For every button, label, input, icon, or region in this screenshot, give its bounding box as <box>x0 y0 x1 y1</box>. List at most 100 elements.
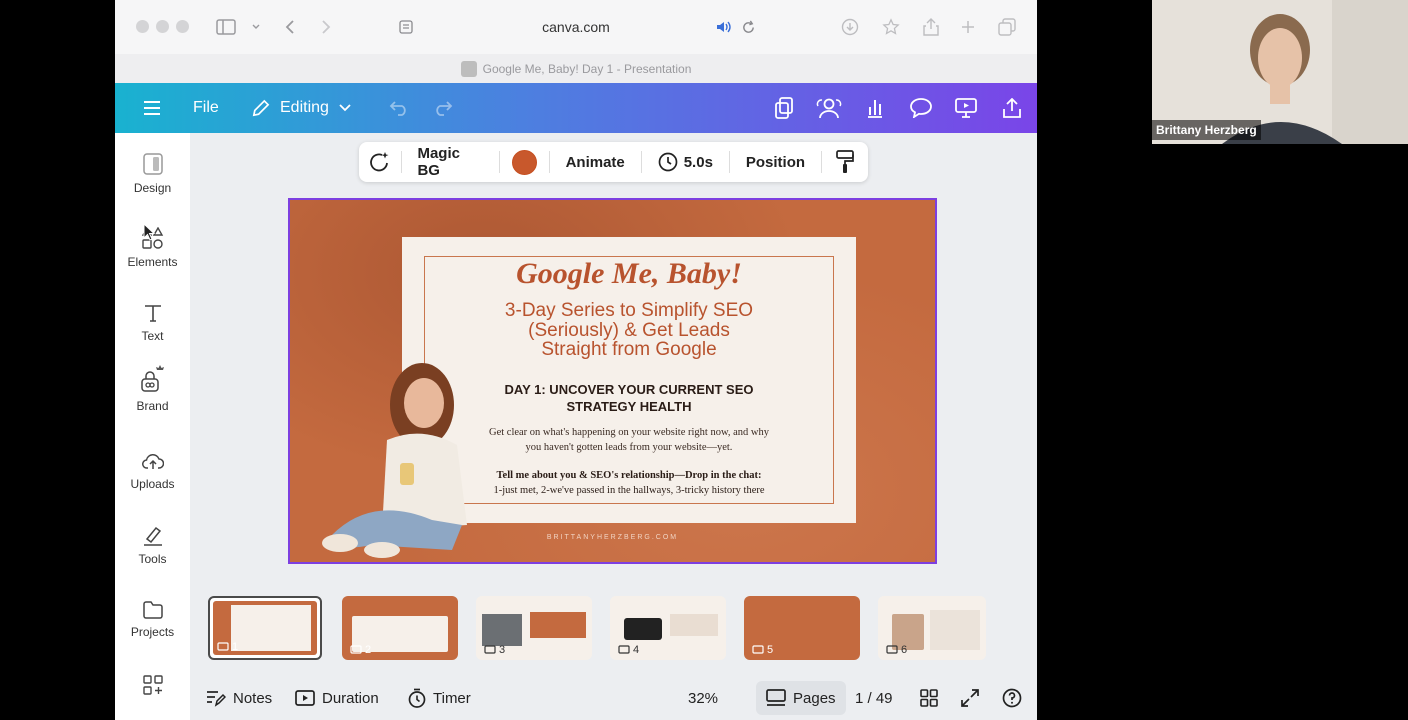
comment-badge-icon <box>618 645 630 654</box>
undo-button[interactable] <box>389 83 409 133</box>
main-menu-button[interactable] <box>143 83 161 133</box>
sidebar-item-label: Text <box>141 329 164 343</box>
export-button[interactable] <box>1002 83 1022 133</box>
notes-button[interactable]: Notes <box>206 676 272 720</box>
color-picker-button[interactable] <box>500 149 549 175</box>
timer-button[interactable]: Timer <box>408 676 471 720</box>
close-window-button[interactable] <box>136 20 149 33</box>
sidebar-item-brand[interactable]: Brand <box>115 363 190 423</box>
color-swatch <box>511 149 537 175</box>
browser-window: canva.com Google Me, Baby! Day 1 - Prese… <box>115 0 1037 720</box>
star-icon[interactable] <box>880 16 902 38</box>
sidebar-item-tools[interactable]: Tools <box>115 526 190 586</box>
present-icon <box>955 98 977 118</box>
comment-badge-icon <box>752 645 764 654</box>
notes-icon <box>207 691 226 707</box>
insights-button[interactable] <box>865 83 885 133</box>
address-bar[interactable]: canva.com <box>395 14 757 40</box>
back-icon[interactable] <box>279 16 301 38</box>
redo-button[interactable] <box>433 83 453 133</box>
file-menu-button[interactable]: File <box>193 83 219 133</box>
page-thumbnail[interactable]: 2 <box>342 596 458 660</box>
speaker-icon[interactable] <box>713 16 735 38</box>
download-icon[interactable] <box>839 16 861 38</box>
copy-style-button[interactable] <box>822 150 868 174</box>
comment-badge-icon <box>484 645 496 654</box>
stopwatch-icon <box>408 688 426 708</box>
minimize-window-button[interactable] <box>156 20 169 33</box>
page-thumbnail[interactable]: 1 <box>208 596 322 660</box>
thumbnail-number: 6 <box>886 644 907 656</box>
animate-button[interactable]: Animate <box>550 154 641 171</box>
zoom-level[interactable]: 32% <box>688 676 718 720</box>
cloud-upload-icon <box>141 453 164 469</box>
slide-photo-person[interactable] <box>312 345 482 564</box>
magic-refresh-icon <box>369 152 389 172</box>
comment-badge-icon <box>350 645 362 654</box>
chevron-down-icon[interactable] <box>245 16 267 38</box>
magic-bg-button[interactable]: Magic BG <box>401 145 498 179</box>
page-thumbnail[interactable]: 4 <box>610 596 726 660</box>
page-thumbnail[interactable]: 3 <box>476 596 592 660</box>
forward-icon[interactable] <box>315 16 337 38</box>
subtitle-line: 3-Day Series to Simplify SEO <box>504 300 754 321</box>
fullscreen-button[interactable] <box>961 676 979 720</box>
help-button[interactable] <box>1002 676 1022 720</box>
participant-name: Brittany Herzberg <box>1152 120 1261 140</box>
mouse-cursor-icon <box>143 223 155 241</box>
page-counter[interactable]: 1 / 49 <box>855 676 893 720</box>
pages-icon <box>766 689 786 706</box>
tab-title-row[interactable]: Google Me, Baby! Day 1 - Presentation <box>115 54 1037 83</box>
zoom-window-button[interactable] <box>176 20 189 33</box>
magic-edit-button[interactable] <box>359 151 401 173</box>
thumbnail-number: 5 <box>752 644 773 656</box>
page-thumbnail[interactable]: 5 <box>744 596 860 660</box>
thumbnail-number: 4 <box>618 644 639 656</box>
draw-icon <box>143 526 162 546</box>
pages-label: Pages <box>793 689 836 707</box>
tab-overview-icon[interactable] <box>996 16 1018 38</box>
duration-button[interactable]: Duration <box>295 676 379 720</box>
timing-button[interactable]: 5.0s <box>642 152 729 172</box>
bottom-bar: Notes Duration Timer 32% Pages 1 / 49 <box>190 676 1037 720</box>
sidebar-item-design[interactable]: Design <box>115 153 190 213</box>
comments-button[interactable] <box>910 83 932 133</box>
resize-button[interactable] <box>774 83 794 133</box>
timer-label: Timer <box>433 689 471 707</box>
slide-card-border <box>424 256 834 504</box>
pages-button[interactable]: Pages <box>756 681 846 715</box>
people-icon <box>816 98 842 119</box>
sidebar-toggle-icon[interactable] <box>215 16 237 38</box>
position-button[interactable]: Position <box>730 154 821 171</box>
editing-mode-button[interactable]: Editing <box>251 83 351 133</box>
thumbnail-number: 1 <box>217 641 238 653</box>
slide-canvas[interactable]: Google Me, Baby! 3-Day Series to Simplif… <box>288 198 937 564</box>
sidebar-item-text[interactable]: Text <box>115 303 190 363</box>
share-icon[interactable] <box>920 16 942 38</box>
slide-title[interactable]: Google Me, Baby! <box>402 257 856 291</box>
url-text: canva.com <box>542 19 610 35</box>
apps-grid-icon <box>142 675 163 695</box>
new-tab-icon[interactable] <box>957 16 979 38</box>
slide-footer-url[interactable]: BRITTANYHERZBERG.COM <box>290 534 935 541</box>
canva-header: File Editing <box>115 83 1037 133</box>
present-button[interactable] <box>955 83 977 133</box>
expand-icon <box>961 689 979 707</box>
bar-chart-icon <box>868 100 882 118</box>
element-toolbar: Magic BG Animate 5.0s Position <box>359 142 868 182</box>
sidebar-item-projects[interactable]: Projects <box>115 601 190 661</box>
left-sidebar: Design Elements Text Brand Uploads Tools… <box>115 133 190 720</box>
timing-value: 5.0s <box>683 153 713 171</box>
page-thumbnail[interactable]: 6 <box>878 596 986 660</box>
share-people-button[interactable] <box>816 83 842 133</box>
browser-toolbar: canva.com <box>115 0 1037 54</box>
sidebar-item-label: Tools <box>138 552 167 566</box>
grid-view-button[interactable] <box>920 676 938 720</box>
sidebar-item-apps[interactable] <box>115 675 190 720</box>
hamburger-icon <box>144 101 160 115</box>
chevron-down-icon <box>339 104 351 112</box>
sidebar-item-uploads[interactable]: Uploads <box>115 451 190 511</box>
upload-share-icon <box>1003 98 1021 118</box>
reload-icon[interactable] <box>737 16 759 38</box>
comment-badge-icon <box>886 645 898 654</box>
